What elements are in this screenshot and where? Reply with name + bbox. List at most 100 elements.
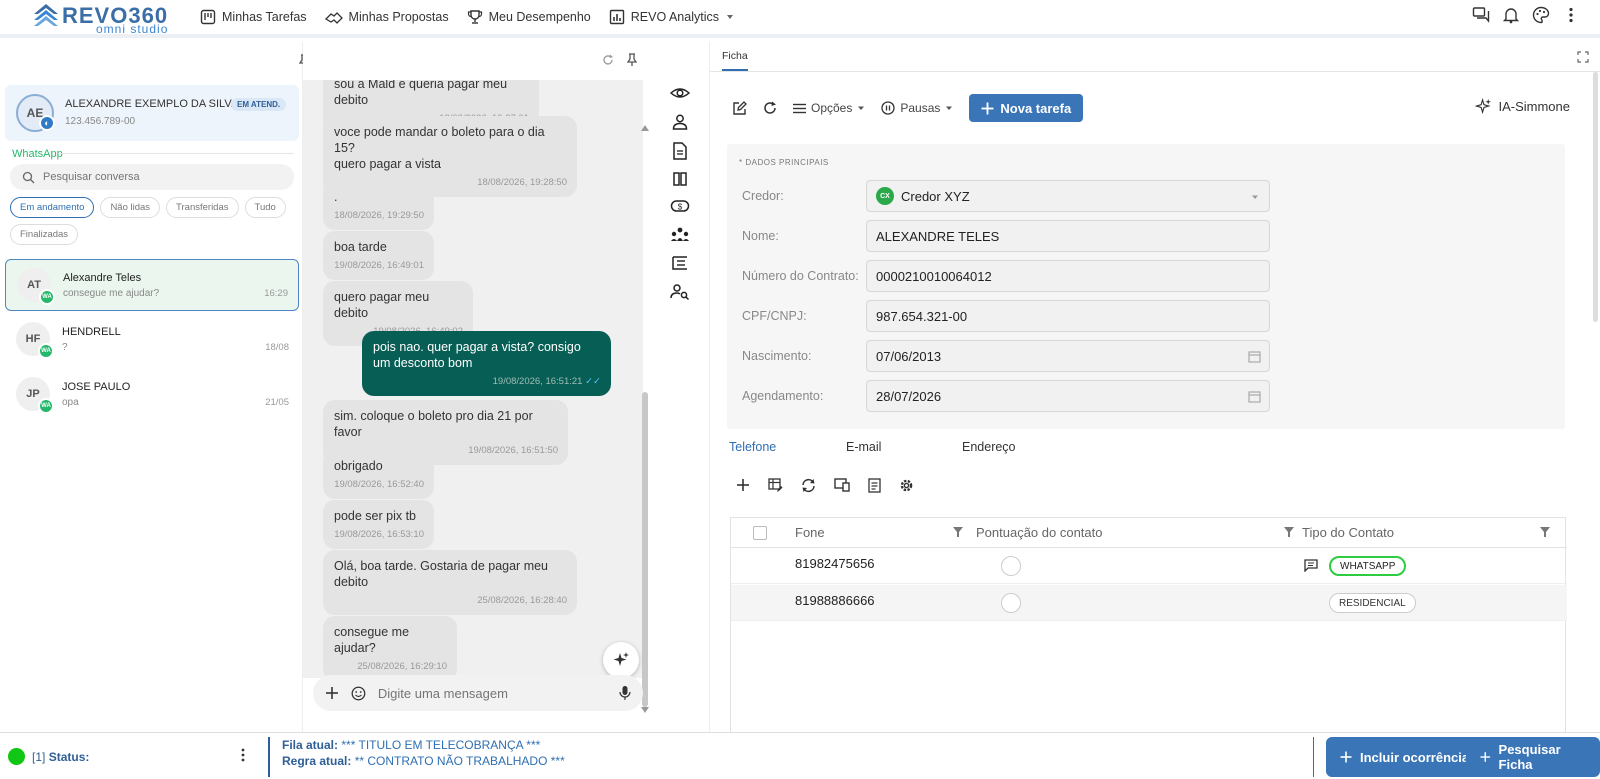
user-search-icon[interactable] — [670, 283, 690, 301]
nav-minhas-tarefas[interactable]: Minhas Tarefas — [200, 9, 307, 25]
cpf-field[interactable]: 987.654.321-00 — [866, 300, 1270, 332]
calendar-icon[interactable] — [1248, 390, 1261, 403]
eye-icon[interactable] — [670, 84, 690, 102]
search-input[interactable] — [43, 171, 273, 183]
money-icon[interactable]: $ — [670, 198, 690, 214]
contrato-field[interactable]: 0000210010064012 — [866, 260, 1270, 292]
list-item[interactable]: JP WA JOSE PAULO opa 21/05 — [5, 369, 299, 421]
filter-em-andamento[interactable]: Em andamento — [10, 197, 95, 218]
field-label: Agendamento: — [742, 389, 824, 403]
logo-tagline: omni studio — [96, 22, 169, 36]
search-record-button[interactable]: Pesquisar Ficha — [1466, 737, 1600, 777]
search-box[interactable] — [10, 164, 294, 190]
table-edit-icon[interactable] — [768, 478, 783, 493]
tab-email[interactable]: E-mail — [846, 440, 962, 454]
list-item[interactable]: AT WA Alexandre Teles consegue me ajudar… — [5, 259, 299, 311]
emoji-icon[interactable] — [351, 686, 366, 701]
sparkle-icon — [1475, 98, 1492, 115]
group-icon[interactable] — [670, 225, 690, 243]
filter-icon[interactable] — [1284, 527, 1294, 538]
record-panel: Ficha Opções Pausas Nova tarefa IA-Simmo… — [709, 42, 1600, 732]
nav-minhas-propostas[interactable]: Minhas Propostas — [324, 9, 449, 25]
ia-simmone-button[interactable]: IA-Simmone — [1475, 98, 1570, 115]
top-actions — [1472, 6, 1580, 24]
fullscreen-icon[interactable] — [1577, 51, 1589, 63]
options-label: Opções — [811, 101, 853, 115]
message-time: 25/08/2026, 16:28:40 — [477, 595, 567, 606]
credor-select[interactable]: CX Credor XYZ — [866, 180, 1270, 212]
table-row[interactable]: 81982475656 WHATSAPP — [731, 548, 1567, 584]
ai-suggest-button[interactable] — [603, 642, 639, 678]
right-scrollbar[interactable] — [1593, 72, 1598, 322]
whatsapp-business-icon: ◐ — [39, 115, 55, 131]
status-indicator[interactable] — [8, 748, 25, 765]
pin-icon[interactable] — [626, 53, 638, 67]
person-icon[interactable] — [671, 113, 689, 131]
status-bar: [1] Status: Fila atual: *** TITULO EM TE… — [0, 732, 1600, 779]
more-vertical-icon[interactable] — [1562, 6, 1580, 24]
refresh-icon[interactable] — [602, 54, 614, 66]
add-icon[interactable] — [736, 478, 750, 492]
refresh-icon[interactable] — [763, 101, 777, 115]
active-contact-card[interactable]: AE ◐ ALEXANDRE EXEMPLO DA SILVA EM ATEND… — [5, 85, 299, 141]
queue-list-icon[interactable] — [671, 254, 689, 272]
chat-icon[interactable] — [1304, 559, 1318, 572]
tab-endereco[interactable]: Endereço — [962, 440, 1016, 454]
field-cpf: CPF/CNPJ: 987.654.321-00 — [742, 300, 1562, 332]
nav-revo-analytics[interactable]: REVO Analytics — [609, 9, 735, 25]
filter-nao-lidas[interactable]: Não lidas — [100, 197, 161, 218]
bell-icon[interactable] — [1502, 6, 1520, 24]
message-bubble: boa tarde 19/08/2026, 16:49:01 — [323, 231, 434, 280]
nav-meu-desempenho[interactable]: Meu Desempenho — [467, 9, 591, 25]
message-text: sou a Mald e queria pagar meu debito — [334, 80, 508, 107]
nav-label: REVO Analytics — [630, 10, 719, 24]
nome-field[interactable]: ALEXANDRE TELES — [866, 220, 1270, 252]
palette-icon[interactable] — [1532, 6, 1550, 24]
message-list[interactable]: sou a Mald e queria pagar meu debito 18/0… — [303, 80, 643, 678]
filter-finalizadas[interactable]: Finalizadas — [10, 224, 79, 245]
devices-icon[interactable] — [834, 478, 850, 492]
message-time: 25/08/2026, 16:29:10 — [357, 661, 447, 672]
tab-telefone[interactable]: Telefone — [729, 440, 846, 454]
contact-name: ALEXANDRE EXEMPLO DA SILVA — [65, 98, 239, 110]
logo[interactable]: REVO360 omni studio — [32, 2, 172, 36]
select-all-checkbox[interactable] — [753, 526, 767, 540]
list-item[interactable]: HF WA HENDRELL ? 18/08 — [5, 314, 299, 366]
scrollbar[interactable] — [641, 122, 649, 713]
tab-ficha[interactable]: Ficha — [722, 50, 748, 71]
table-row[interactable]: 81988886666 RESIDENCIAL — [731, 585, 1567, 621]
more-vertical-icon[interactable] — [240, 747, 246, 763]
pauses-menu[interactable]: Pausas — [881, 101, 953, 115]
notes-icon[interactable] — [868, 478, 881, 493]
whatsapp-badge: WA — [38, 398, 54, 414]
chat-bubbles-icon[interactable] — [1472, 6, 1490, 24]
add-occurrence-button[interactable]: Incluir ocorrência — [1326, 737, 1484, 777]
new-task-button[interactable]: Nova tarefa — [969, 94, 1084, 122]
document-icon[interactable] — [672, 142, 688, 160]
scroll-down-icon[interactable] — [641, 707, 649, 713]
score-radio[interactable] — [1001, 556, 1021, 576]
nascimento-field[interactable]: 07/06/2013 — [866, 340, 1270, 372]
score-radio[interactable] — [1001, 593, 1021, 613]
status-text[interactable]: [1] Status: — [32, 750, 89, 764]
filter-icon[interactable] — [953, 527, 963, 538]
calendar-icon[interactable] — [1248, 350, 1261, 363]
add-icon[interactable] — [325, 686, 339, 700]
sync-icon[interactable] — [801, 478, 816, 493]
main-nav: Minhas Tarefas Minhas Propostas Meu Dese… — [200, 0, 735, 34]
field-label: Nascimento: — [742, 349, 812, 363]
grid-header: Fone Pontuação do contato Tipo do Contat… — [731, 518, 1567, 548]
columns-icon[interactable] — [672, 171, 688, 187]
options-menu[interactable]: Opções — [793, 101, 865, 115]
settings-gear-icon[interactable] — [899, 478, 914, 493]
nascimento-value: 07/06/2013 — [876, 348, 942, 364]
filter-tudo[interactable]: Tudo — [244, 197, 286, 218]
edit-icon[interactable] — [732, 100, 747, 116]
microphone-icon[interactable] — [619, 685, 631, 701]
scroll-up-icon[interactable] — [641, 125, 649, 131]
filter-transferidas[interactable]: Transferidas — [166, 197, 239, 218]
agendamento-field[interactable]: 28/07/2026 — [866, 380, 1270, 412]
scroll-thumb[interactable] — [642, 392, 648, 707]
message-input[interactable] — [377, 685, 608, 701]
filter-icon[interactable] — [1540, 527, 1550, 538]
